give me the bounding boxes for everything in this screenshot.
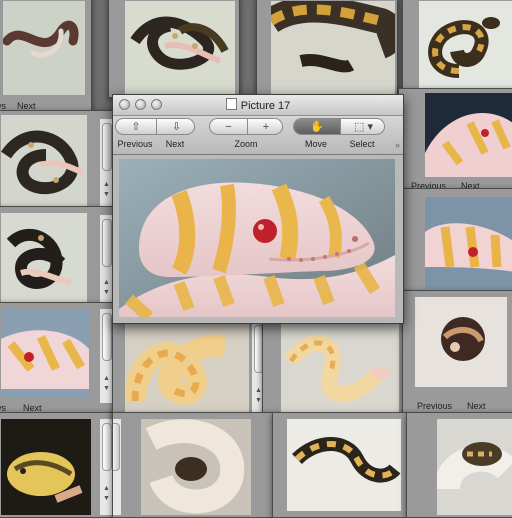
snake-photo xyxy=(271,1,395,95)
background-window[interactable] xyxy=(112,412,274,518)
snake-photo xyxy=(1,309,89,397)
scroll-thumb[interactable] xyxy=(102,123,112,171)
snake-photo xyxy=(141,419,251,515)
previous-label[interactable]: Previous xyxy=(115,139,155,149)
background-window[interactable]: Previous Next xyxy=(402,290,512,418)
snake-photo xyxy=(1,419,91,515)
toolbar: ⇧ ⇩ Previous Next − + Zoom ✋ ⬚ ▾ Move Se… xyxy=(113,116,403,155)
scroll-down-arrow-icon[interactable]: ▼ xyxy=(103,289,110,296)
vertical-scrollbar[interactable]: ▲ ▼ xyxy=(99,419,113,515)
title-bar[interactable]: Picture 17 xyxy=(113,95,403,116)
scroll-thumb[interactable] xyxy=(102,219,112,267)
previous-label[interactable]: Previous xyxy=(417,401,452,411)
background-window[interactable]: ▲ ▼ xyxy=(0,206,118,314)
next-label[interactable]: Next xyxy=(155,139,195,149)
scroll-thumb[interactable] xyxy=(113,423,120,471)
snake-photo xyxy=(415,297,507,387)
scroll-down-arrow-icon[interactable]: ▼ xyxy=(255,397,262,404)
tool-mode-control[interactable]: ✋ ⬚ ▾ xyxy=(293,118,385,135)
zoom-out-button[interactable]: − xyxy=(210,119,247,134)
zoom-label: Zoom xyxy=(234,139,258,149)
vertical-scrollbar[interactable]: ▲ ▼ xyxy=(99,309,113,403)
snake-photo xyxy=(125,321,249,417)
arrow-down-page-icon: ⇩ xyxy=(171,121,182,133)
select-label: Select xyxy=(349,139,375,149)
arrow-up-page-icon: ⇧ xyxy=(131,121,141,133)
vertical-scrollbar[interactable]: ▲ ▼ xyxy=(99,215,113,309)
next-label[interactable]: Next xyxy=(467,401,486,411)
background-window[interactable] xyxy=(108,0,240,98)
move-tool-button[interactable]: ✋ xyxy=(294,119,340,134)
scroll-up-arrow-icon[interactable]: ▲ xyxy=(103,181,110,188)
vertical-scrollbar[interactable]: ▲ ▼ xyxy=(99,119,113,211)
background-window[interactable] xyxy=(402,0,512,98)
previous-button[interactable]: ⇧ xyxy=(116,119,156,134)
scroll-up-arrow-icon[interactable]: ▲ xyxy=(103,485,110,492)
background-window[interactable]: ▲ ▼ xyxy=(0,412,118,518)
scroll-down-arrow-icon[interactable]: ▼ xyxy=(103,191,110,198)
scroll-down-arrow-icon[interactable]: ▼ xyxy=(103,385,110,392)
preview-window[interactable]: Picture 17 ⇧ ⇩ Previous Next − + Zoom ✋ … xyxy=(112,94,404,324)
move-label: Move xyxy=(304,139,327,149)
scroll-thumb[interactable] xyxy=(102,313,112,361)
snake-photo xyxy=(425,197,512,289)
zoom-control[interactable]: − + xyxy=(209,118,283,135)
next-button[interactable]: ⇩ xyxy=(156,119,196,134)
scroll-up-arrow-icon[interactable]: ▲ xyxy=(255,387,262,394)
window-title-text: Picture 17 xyxy=(240,100,291,112)
plus-icon: + xyxy=(262,121,270,133)
document-icon xyxy=(225,98,237,110)
background-window[interactable]: ▲ ▼ xyxy=(0,110,118,216)
zoom-in-button[interactable]: + xyxy=(247,119,284,134)
snake-photo xyxy=(287,419,401,511)
background-window[interactable] xyxy=(402,188,512,296)
snake-photo xyxy=(437,419,512,515)
background-window[interactable] xyxy=(256,0,398,98)
scroll-up-arrow-icon[interactable]: ▲ xyxy=(103,279,110,286)
background-window[interactable]: vs Next xyxy=(0,0,92,116)
scroll-thumb[interactable] xyxy=(102,423,112,471)
albino-python-photo xyxy=(119,159,395,317)
snake-photo xyxy=(425,93,512,177)
snake-photo xyxy=(1,115,87,211)
window-title: Picture 17 xyxy=(113,98,403,112)
prev-next-control[interactable]: ⇧ ⇩ xyxy=(115,118,195,135)
hand-icon: ✋ xyxy=(310,121,324,133)
select-tool-button[interactable]: ⬚ ▾ xyxy=(340,119,386,134)
background-window[interactable] xyxy=(262,316,406,422)
background-window[interactable]: vs Next ▲ ▼ xyxy=(0,302,118,418)
snake-photo xyxy=(281,321,399,415)
scroll-up-arrow-icon[interactable]: ▲ xyxy=(103,375,110,382)
scroll-down-arrow-icon[interactable]: ▼ xyxy=(103,495,110,502)
snake-photo xyxy=(1,213,87,309)
background-window[interactable]: ▲ ▼ xyxy=(112,316,270,422)
vertical-scrollbar[interactable] xyxy=(113,419,121,515)
snake-photo xyxy=(3,1,85,95)
background-window[interactable] xyxy=(406,412,512,518)
snake-photo xyxy=(419,1,512,93)
dashed-selection-icon: ⬚ ▾ xyxy=(354,121,373,133)
background-window[interactable] xyxy=(272,412,408,518)
toolbar-toggle-icon[interactable]: » xyxy=(395,140,403,150)
snake-photo xyxy=(125,1,235,95)
minus-icon: − xyxy=(225,121,232,133)
background-window[interactable]: Previous Next xyxy=(398,88,512,192)
